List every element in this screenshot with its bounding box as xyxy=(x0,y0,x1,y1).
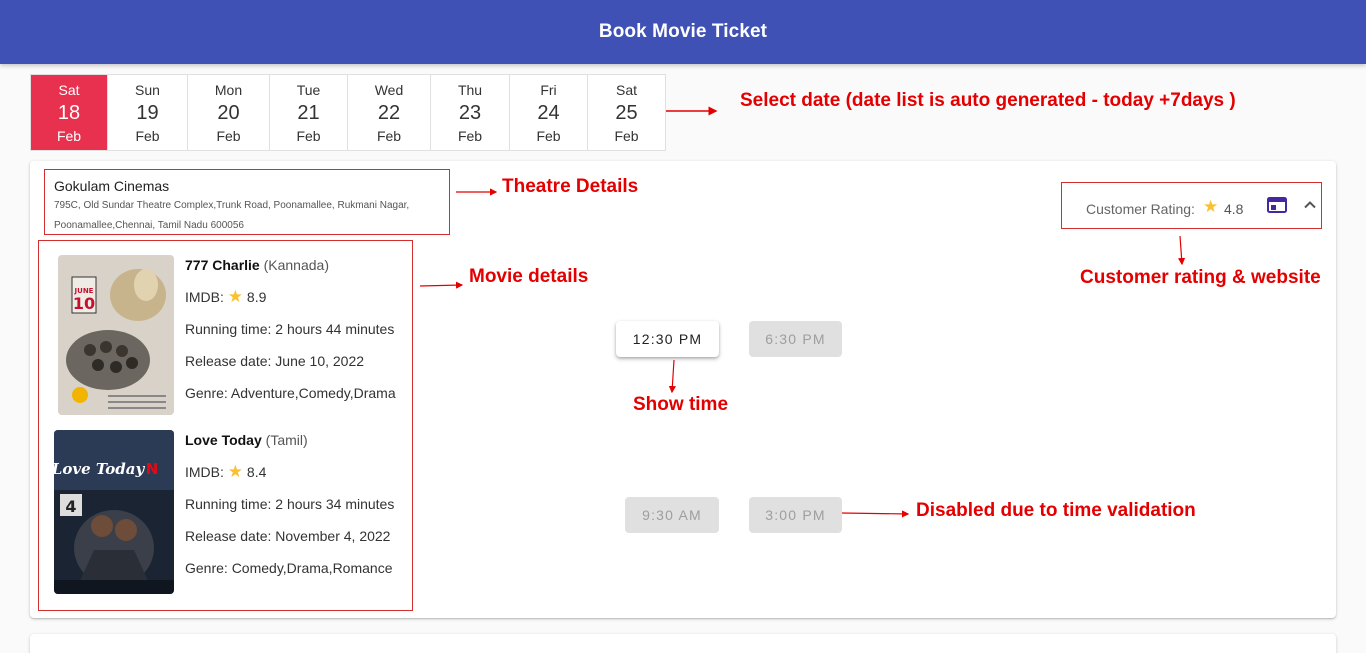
date-month: Feb xyxy=(536,127,561,144)
annotation-show-time: Show time xyxy=(633,394,729,415)
poster-date-number: 10 xyxy=(73,294,95,313)
date-item-fri-24[interactable]: Fri 24 Feb xyxy=(510,75,588,150)
showtime-button-disabled: 3:00 PM xyxy=(749,497,842,533)
imdb-label: IMDB: xyxy=(185,464,224,480)
date-month: Feb xyxy=(56,127,82,144)
imdb-value: 8.9 xyxy=(246,289,267,305)
date-month: Feb xyxy=(296,127,321,144)
date-day: Wed xyxy=(374,81,404,98)
date-item-sun-19[interactable]: Sun 19 Feb xyxy=(108,75,188,150)
annotation-theatre-details: Theatre Details xyxy=(502,176,639,197)
date-number: 19 xyxy=(136,101,159,124)
date-month: Feb xyxy=(135,127,160,144)
movie-release-date: Release date: November 4, 2022 xyxy=(185,528,391,544)
date-day: Mon xyxy=(214,81,243,98)
movie-poster[interactable]: Love Today N 4 xyxy=(54,430,174,594)
chevron-up-icon[interactable] xyxy=(1300,195,1320,215)
theatre-name: Gokulam Cinemas xyxy=(54,178,170,194)
annotation-select-date: Select date (date list is auto generated… xyxy=(740,90,1236,111)
movie-title-line: 777 Charlie (Kannada) xyxy=(185,255,415,275)
movie-info: 777 Charlie (Kannada) IMDB: ★ 8.9 Runnin… xyxy=(185,255,415,403)
movie-poster[interactable]: JUNE 10 xyxy=(58,255,174,415)
movie-imdb: IMDB: ★ 8.4 xyxy=(185,462,415,482)
svg-text:4: 4 xyxy=(65,497,76,516)
imdb-value: 8.4 xyxy=(246,464,267,480)
star-icon: ★ xyxy=(227,287,244,306)
theatre-address: 795C, Old Sundar Theatre Complex,Trunk R… xyxy=(54,196,440,236)
theatre-card: Gokulam Cinemas 795C, Old Sundar Theatre… xyxy=(30,161,1336,618)
customer-rating-label: Customer Rating: xyxy=(1086,201,1195,217)
star-icon: ★ xyxy=(227,462,244,481)
customer-rating-panel: Customer Rating: ★ 4.8 xyxy=(1061,182,1322,229)
movie-running-time: Running time: 2 hours 34 minutes xyxy=(185,496,395,512)
movie-genre: Genre: Comedy,Drama,Romance xyxy=(185,560,393,576)
date-month: Feb xyxy=(457,127,483,144)
date-selector: Sat 18 Feb Sun 19 Feb Mon 20 Feb Tue 21 … xyxy=(30,74,666,151)
movie-details: JUNE 10 777 Charlie (Kannada) IMDB: ★ 8.… xyxy=(38,240,413,611)
date-number: 21 xyxy=(297,101,320,124)
date-item-mon-20[interactable]: Mon 20 Feb xyxy=(188,75,270,150)
date-item-sat-25[interactable]: Sat 25 Feb xyxy=(588,75,665,150)
annotation-movie-details: Movie details xyxy=(469,266,589,287)
movie-language: (Tamil) xyxy=(265,432,308,448)
app-bar: Book Movie Ticket xyxy=(0,0,1366,64)
movie-title-line: Love Today (Tamil) xyxy=(185,430,415,450)
date-number: 22 xyxy=(377,101,401,124)
theatre-address-line2: Poonamallee,Chennai, Tamil Nadu 600056 xyxy=(54,220,244,231)
movie-title: Love Today xyxy=(185,432,262,448)
theatre-details: Gokulam Cinemas 795C, Old Sundar Theatre… xyxy=(44,169,450,235)
website-icon[interactable] xyxy=(1266,195,1288,215)
movie-genre: Genre: Adventure,Comedy,Drama xyxy=(185,385,396,401)
date-number: 20 xyxy=(217,101,240,124)
date-number: 24 xyxy=(537,101,560,124)
date-day: Sat xyxy=(58,81,80,98)
date-number: 25 xyxy=(615,101,638,124)
date-item-sat-18[interactable]: Sat 18 Feb xyxy=(31,75,108,150)
movie-title: 777 Charlie xyxy=(185,257,260,273)
date-number: 18 xyxy=(57,101,81,124)
next-theatre-card xyxy=(30,634,1336,653)
customer-rating-value: 4.8 xyxy=(1224,201,1244,217)
poster-title: Love Today xyxy=(54,460,145,478)
movie-language: (Kannada) xyxy=(263,257,329,273)
date-month: Feb xyxy=(614,127,639,144)
date-item-tue-21[interactable]: Tue 21 Feb xyxy=(270,75,348,150)
date-day: Tue xyxy=(296,81,321,98)
date-month: Feb xyxy=(376,127,402,144)
annotation-disabled: Disabled due to time validation xyxy=(916,500,1196,521)
movie-imdb: IMDB: ★ 8.9 xyxy=(185,287,415,307)
star-icon: ★ xyxy=(1203,197,1219,216)
showtime-button[interactable]: 12:30 PM xyxy=(616,321,719,357)
theatre-address-line1: 795C, Old Sundar Theatre Complex,Trunk R… xyxy=(54,200,410,211)
movie-running-time: Running time: 2 hours 44 minutes xyxy=(185,321,395,337)
page-title: Book Movie Ticket xyxy=(598,21,768,42)
showtime-button-disabled: 6:30 PM xyxy=(749,321,842,357)
date-day: Sat xyxy=(615,81,637,98)
movie-info: Love Today (Tamil) IMDB: ★ 8.4 Running t… xyxy=(185,430,415,578)
showtime-button-disabled: 9:30 AM xyxy=(625,497,719,533)
date-item-wed-22[interactable]: Wed 22 Feb xyxy=(348,75,431,150)
movie-release-date: Release date: June 10, 2022 xyxy=(185,353,365,369)
date-item-thu-23[interactable]: Thu 23 Feb xyxy=(431,75,510,150)
date-month: Feb xyxy=(216,127,241,144)
imdb-label: IMDB: xyxy=(185,289,224,305)
date-number: 23 xyxy=(458,101,482,124)
date-day: Thu xyxy=(457,81,483,98)
date-day: Sun xyxy=(135,81,160,98)
annotation-customer-rating: Customer rating & website xyxy=(1080,267,1321,288)
netflix-icon: N xyxy=(146,460,159,478)
date-day: Fri xyxy=(540,81,557,98)
